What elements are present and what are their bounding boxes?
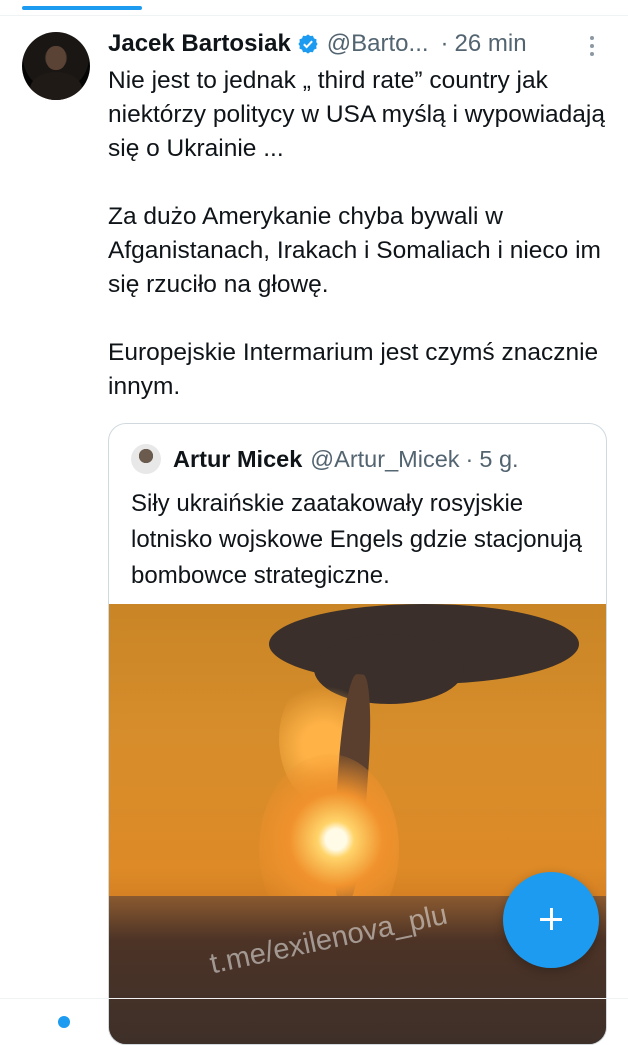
quoted-time-separator: · xyxy=(465,445,474,472)
tweet-paragraph: Za dużo Amerykanie chyba bywali w Afgani… xyxy=(108,203,601,298)
top-divider xyxy=(0,15,628,16)
author-name[interactable]: Jacek Bartosiak xyxy=(108,30,291,58)
compose-button[interactable] xyxy=(503,872,599,968)
quoted-tweet-header: Artur Micek @Artur_Micek · 5 g. xyxy=(131,442,519,476)
time-separator: · xyxy=(440,30,449,57)
quoted-media-image[interactable]: t.me/exilenova_plu xyxy=(109,604,606,1044)
author-handle[interactable]: @Barto... xyxy=(327,30,429,58)
tweet-header: Jacek Bartosiak @Barto... · 26 min xyxy=(108,28,527,60)
quoted-tweet-text: Siły ukraińskie zaatakowały rosyjskie lo… xyxy=(131,490,582,589)
avatar-face xyxy=(46,46,66,70)
quoted-author-avatar[interactable] xyxy=(131,444,161,474)
tweet-paragraph: Europejskie Intermarium jest czymś znacz… xyxy=(108,339,599,400)
compose-plus-icon-vertical xyxy=(550,908,553,930)
quoted-author-name[interactable]: Artur Micek xyxy=(173,446,302,473)
author-avatar[interactable] xyxy=(22,32,90,100)
verified-badge-icon xyxy=(298,34,318,54)
bottom-divider xyxy=(0,998,628,999)
reply-icon[interactable] xyxy=(58,1016,70,1028)
tweet-timestamp[interactable]: 26 min xyxy=(455,30,527,58)
avatar-shoulders xyxy=(30,72,82,100)
more-options-icon[interactable] xyxy=(588,36,596,60)
tweet-body: Nie jest to jednak „ third rate” country… xyxy=(108,64,613,404)
tweet-paragraph: Nie jest to jednak „ third rate” country… xyxy=(108,67,605,162)
tab-indicator xyxy=(22,6,142,10)
quoted-timestamp[interactable]: 5 g. xyxy=(479,446,518,473)
quoted-author-handle[interactable]: @Artur_Micek xyxy=(310,446,459,473)
